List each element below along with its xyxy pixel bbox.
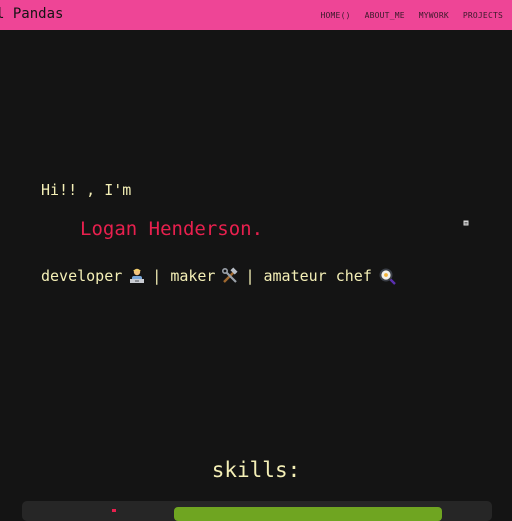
skills-title: skills: bbox=[211, 458, 301, 482]
separator: | bbox=[245, 267, 255, 285]
nav-link-about-me[interactable]: ABOUT_ME bbox=[365, 11, 405, 20]
hero-greeting: Hi!! , I'm bbox=[41, 181, 132, 199]
navbar: l Pandas HOME() ABOUT_ME MYWORK PROJECTS bbox=[0, 0, 512, 30]
role-developer: developer bbox=[41, 267, 123, 285]
hero-name: Logan Henderson. bbox=[80, 218, 264, 240]
brand-title[interactable]: l Pandas bbox=[0, 6, 63, 22]
document-icon bbox=[463, 211, 469, 226]
hero-tagline: developer | maker | amateur chef bbox=[41, 267, 402, 285]
role-amateur-chef: amateur chef bbox=[263, 267, 372, 285]
frying-pan-emoji-icon bbox=[378, 267, 396, 285]
tools-emoji-icon bbox=[221, 267, 239, 285]
separator: | bbox=[152, 267, 162, 285]
skill-bar bbox=[174, 507, 442, 521]
nav-link-projects[interactable]: PROJECTS bbox=[463, 11, 503, 20]
nav-link-mywork[interactable]: MYWORK bbox=[419, 11, 449, 20]
role-maker: maker bbox=[170, 267, 216, 285]
nav-link-home[interactable]: HOME() bbox=[321, 11, 351, 20]
nav-links: HOME() ABOUT_ME MYWORK PROJECTS bbox=[321, 11, 504, 20]
developer-emoji-icon bbox=[128, 267, 146, 285]
